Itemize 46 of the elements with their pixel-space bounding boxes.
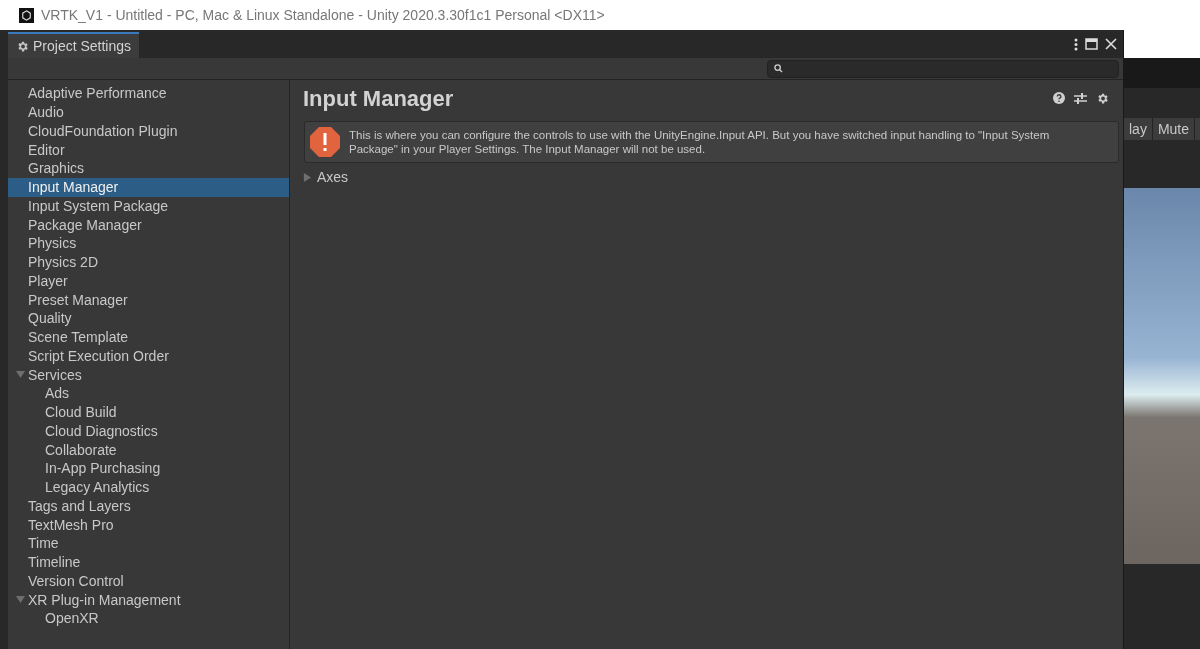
sidebar-item[interactable]: Input System Package [8, 196, 289, 216]
unity-logo-icon [19, 7, 34, 23]
help-icon[interactable] [1053, 92, 1065, 104]
sidebar-item[interactable]: In-App Purchasing [8, 459, 289, 478]
sidebar-item[interactable]: Package Manager [8, 215, 289, 234]
sidebar-item[interactable]: Editor [8, 140, 289, 159]
collapsed-triangle-icon [303, 172, 312, 182]
window-tab[interactable]: Project Settings [8, 32, 140, 58]
sidebar-item[interactable]: Cloud Build [8, 402, 289, 422]
sidebar-item[interactable]: Cloud Diagnostics [8, 421, 289, 441]
sidebar-item[interactable]: Preset Manager [8, 290, 289, 309]
sidebar-item[interactable]: Player [8, 271, 289, 291]
sidebar-item[interactable]: XR Plug-in Management [8, 590, 289, 609]
page-title: Input Manager [303, 84, 454, 113]
search-icon [774, 64, 783, 73]
maximize-icon[interactable] [1085, 38, 1098, 50]
sidebar-item[interactable]: Input Manager [8, 177, 289, 197]
sidebar-item[interactable]: Graphics [8, 159, 289, 178]
sidebar-item[interactable]: Audio [8, 102, 289, 122]
warning-message: This is where you can configure the controls to use with the UnityEngine.Input API. But you have switched input handling to "Input System Package" in your Player Settings. The Input Manager will not be used. [349, 128, 1051, 156]
sidebar-item[interactable]: Adaptive Performance [8, 84, 289, 103]
warning-icon [309, 126, 341, 158]
sidebar-item[interactable]: Tags and Layers [8, 496, 289, 516]
sidebar-item[interactable]: Quality [8, 309, 289, 328]
sidebar-item[interactable]: Ads [8, 384, 289, 403]
sidebar-item[interactable]: Physics [8, 234, 289, 253]
sidebar-item[interactable]: OpenXR [8, 609, 289, 628]
foldout[interactable]: Axes [303, 167, 1110, 187]
sidebar-item[interactable]: CloudFoundation Plugin [8, 121, 289, 141]
settings-icon[interactable] [1096, 91, 1109, 105]
sidebar-item[interactable]: Legacy Analytics [8, 477, 289, 497]
sidebar-item[interactable]: Collaborate [8, 440, 289, 459]
gear-icon [16, 39, 29, 53]
sidebar-item[interactable]: Scene Template [8, 327, 289, 347]
sidebar-item[interactable]: Version Control [8, 571, 289, 591]
sidebar-item[interactable]: Timeline [8, 552, 289, 572]
close-icon[interactable] [1105, 38, 1117, 50]
sidebar-item[interactable]: Time [8, 534, 289, 553]
sidebar-item[interactable]: TextMesh Pro [8, 515, 289, 534]
sliders-icon[interactable] [1074, 91, 1087, 105]
app-title: VRTK_V1 - Untitled - PC, Mac & Linux Standalone - Unity 2020.3.30f1c1 Personal <DX11> [41, 5, 605, 25]
search-field[interactable] [767, 59, 1119, 78]
sidebar-item[interactable]: Services [8, 365, 289, 384]
more-options-icon[interactable] [1074, 37, 1078, 51]
sidebar-item[interactable]: Script Execution Order [8, 346, 289, 366]
sidebar-item[interactable]: Physics 2D [8, 252, 289, 272]
